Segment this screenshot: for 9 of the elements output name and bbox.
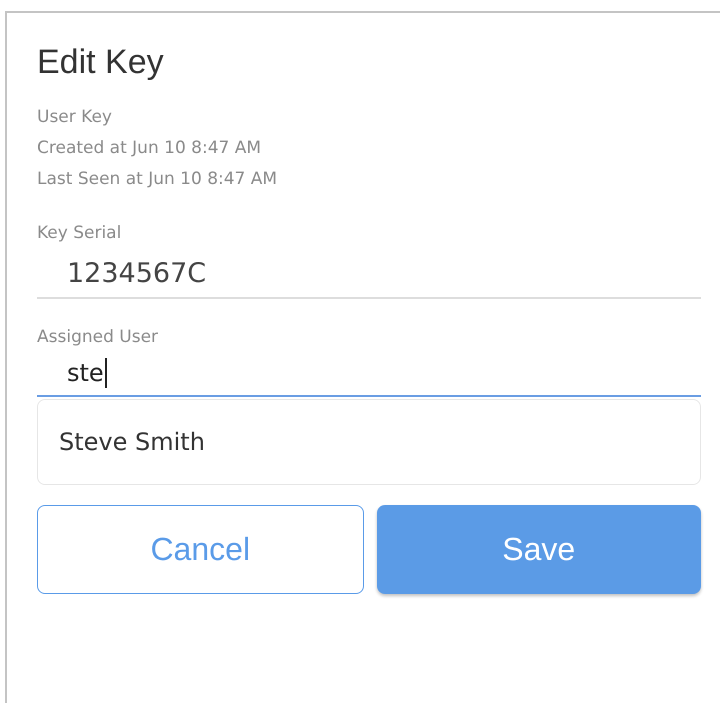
info-text: Last Seen at Jun 10 8:47 AM [37,168,278,191]
suggestion-item[interactable]: Steve Smith [37,399,701,485]
input-field[interactable]: 1234567C [37,249,701,299]
field-label: Assigned User [37,327,158,347]
field-label: Key Serial [37,223,122,243]
dialog-title: Edit Key [37,43,165,82]
input-field[interactable]: ste [37,351,701,397]
info-text: Created at Jun 10 8:47 AM [37,137,262,160]
info-text: User Key [37,106,112,129]
